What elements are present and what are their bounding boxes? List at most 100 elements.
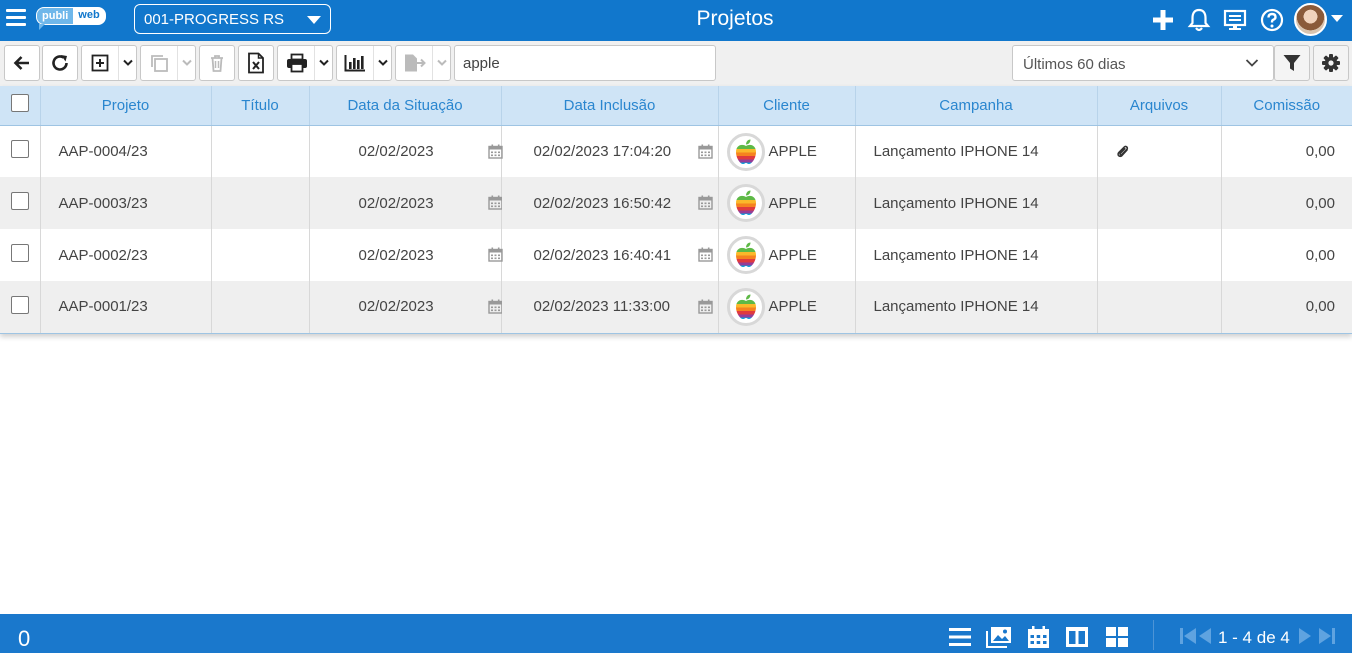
chevron-down-icon [122,59,133,66]
data-situacao-value: 02/02/2023 [358,298,434,316]
selected-count: 0 [18,626,31,651]
column-header-cliente[interactable]: Cliente [718,86,856,126]
next-page-icon[interactable] [1298,627,1312,645]
table-header-row: Projeto Título Data da Situação Data Inc… [0,86,1352,126]
search-input[interactable] [454,45,716,81]
chevron-down-icon [377,59,388,66]
column-header-data-situacao[interactable]: Data da Situação [309,86,502,126]
projeto-value: AAP-0001/23 [58,298,148,316]
column-header-data-inclusao[interactable]: Data Inclusão [501,86,719,126]
pager-text: 1 - 4 de 4 [1218,628,1290,647]
data-inclusao-value: 02/02/2023 16:50:42 [533,194,672,212]
status-bar: 0 1 - 4 de 4 [0,614,1352,653]
first-page-icon[interactable] [1179,627,1197,645]
monitor-icon[interactable] [1222,7,1248,33]
copy-button[interactable] [140,45,196,81]
row-checkbox[interactable] [10,192,29,210]
projeto-value: AAP-0002/23 [58,246,148,264]
cell-arquivos [1097,281,1222,334]
gear-icon [1322,54,1340,72]
column-header-arquivos[interactable]: Arquivos [1097,86,1222,126]
calendar-icon[interactable] [697,195,713,210]
cell-data-situacao: 02/02/2023 [309,229,503,281]
data-situacao-value: 02/02/2023 [358,246,434,264]
back-arrow-icon [13,56,29,70]
add-dropdown[interactable] [118,46,136,80]
chevron-down-icon [1245,59,1259,67]
cell-campanha: Lançamento IPHONE 14 [855,229,1098,281]
print-button[interactable] [277,45,333,81]
column-header-projeto[interactable]: Projeto [40,86,212,126]
cell-cliente: APPLE [718,177,856,229]
row-checkbox[interactable] [10,295,29,314]
table-row[interactable]: AAP-0002/23 02/02/2023 02/02/2023 16:40:… [0,229,1352,281]
app-header: publi web 001-PROGRESS RS Projetos [0,0,1352,41]
calendar-view-icon[interactable] [1027,626,1050,649]
cliente-value: APPLE [768,194,817,212]
column-header-titulo[interactable]: Título [211,86,310,126]
campanha-value: Lançamento IPHONE 14 [873,246,1039,264]
apple-logo-icon [726,236,765,274]
campanha-value: Lançamento IPHONE 14 [873,142,1039,160]
export-dropdown[interactable] [432,46,450,80]
gallery-view-icon[interactable] [986,626,1012,648]
period-select[interactable]: Últimos 60 dias [1012,45,1274,81]
cell-data-inclusao: 02/02/2023 16:40:41 [501,229,719,281]
calendar-icon[interactable] [697,144,713,159]
copy-dropdown[interactable] [177,46,195,80]
delete-button[interactable] [199,45,235,81]
cliente-value: APPLE [768,298,817,316]
add-button[interactable] [81,45,137,81]
comissao-value: 0,00 [1305,246,1335,264]
filter-icon [1283,55,1301,71]
avatar[interactable] [1294,3,1327,36]
chevron-down-icon [436,59,447,66]
cell-cliente: APPLE [718,281,856,334]
cell-cliente: APPLE [718,229,856,281]
table-row[interactable]: AAP-0001/23 02/02/2023 02/02/2023 11:33:… [0,281,1352,334]
plus-icon[interactable] [1150,7,1176,33]
bell-icon[interactable] [1186,7,1212,33]
column-header-campanha[interactable]: Campanha [855,86,1098,126]
columns-view-icon[interactable] [1065,626,1089,648]
list-view-icon[interactable] [948,626,972,648]
user-menu-chevron-icon[interactable] [1331,15,1343,22]
print-dropdown[interactable] [314,46,332,80]
row-checkbox[interactable] [10,244,29,262]
export-excel-button[interactable] [238,45,274,81]
export-button[interactable] [395,45,451,81]
chart-dropdown[interactable] [373,46,391,80]
table-row[interactable]: AAP-0003/23 02/02/2023 02/02/2023 16:50:… [0,177,1352,229]
apple-logo-icon [726,288,765,326]
help-icon[interactable] [1259,7,1285,33]
row-checkbox[interactable] [10,140,29,159]
calendar-icon[interactable] [697,299,713,314]
grid-view-icon[interactable] [1105,626,1129,648]
export-icon [405,54,426,72]
last-page-icon[interactable] [1318,627,1336,645]
refresh-button[interactable] [42,45,78,81]
comissao-value: 0,00 [1305,298,1335,316]
paperclip-icon[interactable] [1116,144,1130,160]
prev-page-icon[interactable] [1198,627,1212,645]
table-row[interactable]: AAP-0004/23 02/02/2023 02/02/2023 17:04:… [0,125,1352,177]
cell-data-inclusao: 02/02/2023 17:04:20 [501,125,719,177]
cell-arquivos [1097,125,1222,177]
settings-button[interactable] [1313,45,1349,81]
chevron-down-icon [181,59,192,66]
filter-button[interactable] [1274,45,1310,81]
select-all-checkbox[interactable] [10,94,29,113]
column-header-comissao[interactable]: Comissão [1221,86,1352,126]
data-inclusao-value: 02/02/2023 11:33:00 [533,298,671,316]
trash-icon [211,55,223,72]
back-button[interactable] [4,45,40,81]
toolbar: Últimos 60 dias [0,41,1352,86]
cell-comissao: 0,00 [1221,125,1352,177]
cell-titulo [211,281,310,334]
cell-data-situacao: 02/02/2023 [309,177,503,229]
projeto-value: AAP-0003/23 [58,194,148,212]
cell-data-situacao: 02/02/2023 [309,281,503,334]
calendar-icon[interactable] [697,247,713,262]
apple-logo-icon [726,132,765,171]
chart-button[interactable] [336,45,392,81]
